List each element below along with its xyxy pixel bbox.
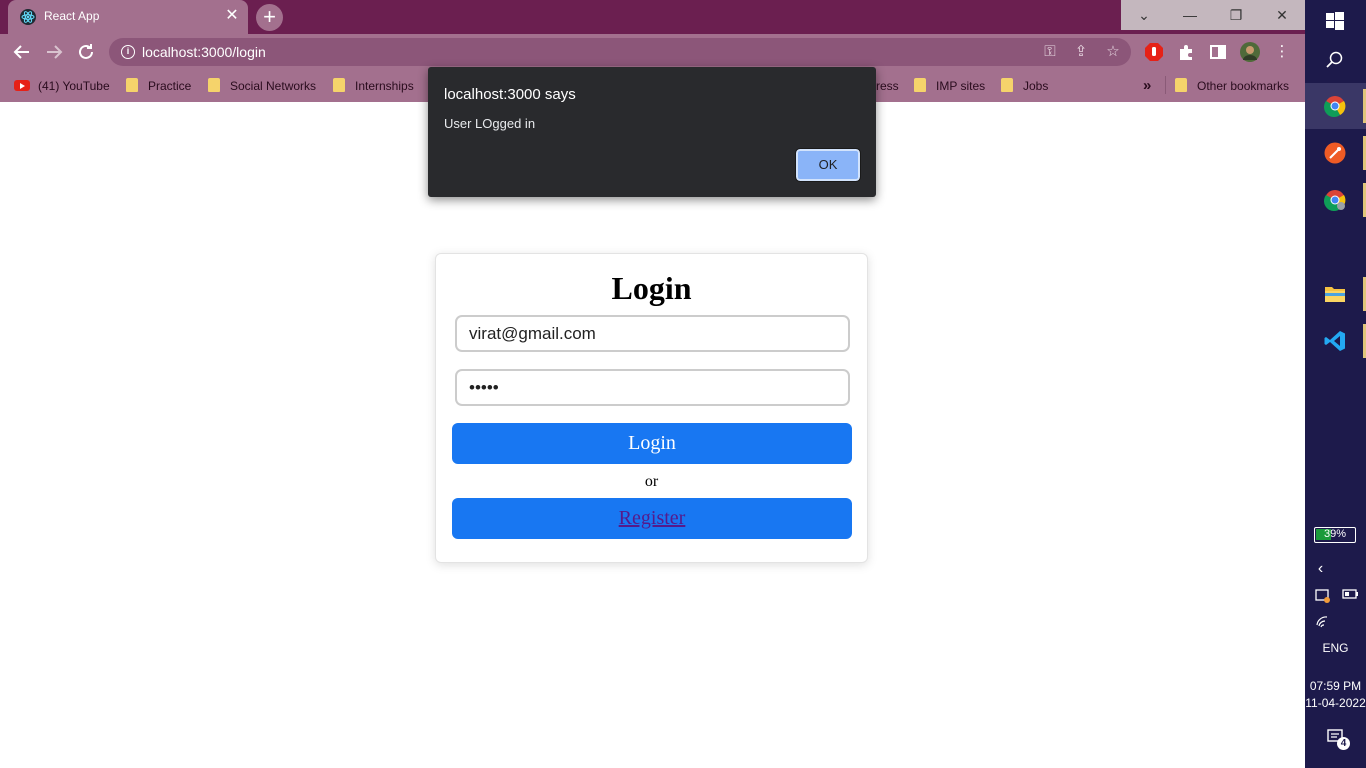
vscode-icon (1324, 331, 1345, 351)
tab-close-icon[interactable]: ✕ (223, 7, 241, 25)
share-icon[interactable]: ⇪ (1072, 43, 1090, 61)
page-content: Login Login or Register (0, 102, 1305, 768)
bookmark-internships[interactable]: Internships (333, 77, 414, 95)
side-panel-icon[interactable] (1207, 41, 1229, 63)
profile-avatar-icon[interactable] (1239, 41, 1261, 63)
login-title: Login (611, 270, 692, 306)
bookmark-star-icon[interactable]: ☆ (1104, 43, 1122, 61)
alert-title: localhost:3000 says (444, 86, 576, 103)
key-icon[interactable]: ⚿ (1041, 43, 1059, 61)
bookmarks-overflow-icon[interactable]: » (1143, 77, 1151, 95)
email-field[interactable] (455, 315, 850, 352)
folder-icon (126, 78, 138, 92)
minimize-button[interactable]: — (1167, 0, 1213, 30)
windows-taskbar: 39% ‹ ENG 07:59 PM 11-04-2022 4 (1305, 0, 1366, 768)
screen: React App ✕ + ⌄ — ❐ ✕ i localhost:3000/l… (0, 0, 1366, 768)
show-hidden-icons-chevron-icon[interactable]: ‹ (1305, 560, 1336, 578)
search-button[interactable] (1305, 38, 1366, 84)
react-icon (20, 9, 36, 25)
folder-icon (1175, 78, 1187, 92)
windows-logo-icon (1326, 12, 1344, 30)
browser-toolbar: i localhost:3000/login ⚿ ⇪ ☆ ⋮ (0, 34, 1305, 70)
chrome-icon (1324, 96, 1346, 117)
extensions-puzzle-icon[interactable] (1175, 41, 1197, 63)
file-explorer-icon (1325, 287, 1345, 302)
search-icon (1326, 51, 1343, 68)
notification-count-badge: 4 (1337, 737, 1350, 750)
register-link[interactable]: Register (619, 507, 686, 529)
bookmark-youtube[interactable]: (41) YouTube (14, 77, 110, 95)
meet-now-icon[interactable] (1313, 588, 1333, 604)
bookmark-practice[interactable]: Practice (126, 77, 191, 95)
url-text: localhost:3000/login (142, 44, 266, 60)
browser-window: React App ✕ + ⌄ — ❐ ✕ i localhost:3000/l… (0, 0, 1305, 768)
alert-dialog: localhost:3000 says User LOgged in OK (428, 67, 876, 197)
language-indicator[interactable]: ENG (1305, 641, 1366, 655)
forward-arrow-icon[interactable] (42, 40, 66, 64)
wifi-icon[interactable] (1313, 613, 1333, 629)
battery-percent: 39% (1323, 528, 1347, 540)
battery-indicator[interactable]: 39% (1314, 527, 1356, 543)
bookmark-social-networks[interactable]: Social Networks (208, 77, 316, 95)
clock-time[interactable]: 07:59 PM (1305, 679, 1366, 693)
taskbar-postman[interactable] (1305, 130, 1366, 176)
restore-button[interactable]: ❐ (1213, 0, 1259, 30)
or-separator: or (644, 473, 659, 490)
address-bar[interactable]: i localhost:3000/login ⚿ ⇪ ☆ (109, 38, 1131, 66)
site-info-icon[interactable]: i (121, 45, 135, 59)
back-arrow-icon[interactable] (10, 40, 34, 64)
tab-react-app[interactable]: React App ✕ (8, 0, 248, 34)
login-card: Login Login or Register (435, 253, 868, 563)
chrome-profile-icon (1324, 190, 1346, 211)
taskbar-chrome-profile[interactable] (1305, 177, 1366, 223)
folder-icon (208, 78, 220, 92)
menu-kebab-icon[interactable]: ⋮ (1271, 41, 1293, 63)
taskbar-file-explorer[interactable] (1305, 271, 1366, 317)
alert-message: User LOgged in (444, 116, 536, 131)
bookmarks-divider (1165, 76, 1166, 94)
bookmark-jobs[interactable]: Jobs (1001, 77, 1048, 95)
folder-icon (1001, 78, 1013, 92)
tab-strip: React App ✕ + ⌄ — ❐ ✕ (0, 0, 1305, 34)
bookmark-partial[interactable]: ress (876, 77, 899, 95)
register-button[interactable]: Register (452, 498, 852, 539)
reload-icon[interactable] (74, 40, 98, 64)
tab-search-button[interactable]: ⌄ (1121, 0, 1167, 30)
taskbar-chrome-active[interactable] (1305, 83, 1366, 129)
close-window-button[interactable]: ✕ (1259, 0, 1305, 30)
bookmark-imp-sites[interactable]: IMP sites (914, 77, 985, 95)
adblock-icon[interactable] (1143, 41, 1165, 63)
new-tab-button[interactable]: + (256, 4, 283, 31)
bookmark-other-bookmarks[interactable]: Other bookmarks (1175, 77, 1289, 95)
tab-title: React App (44, 9, 100, 23)
login-button[interactable]: Login (452, 423, 852, 464)
clock-date[interactable]: 11-04-2022 (1305, 696, 1366, 710)
folder-icon (914, 78, 926, 92)
taskbar-vscode[interactable] (1305, 318, 1366, 364)
postman-icon (1324, 142, 1346, 164)
password-field[interactable] (455, 369, 850, 406)
alert-ok-button[interactable]: OK (795, 148, 861, 182)
youtube-icon (14, 80, 30, 91)
battery-tray-icon[interactable] (1341, 588, 1361, 604)
notifications-icon[interactable]: 4 (1324, 728, 1350, 752)
folder-icon (333, 78, 345, 92)
